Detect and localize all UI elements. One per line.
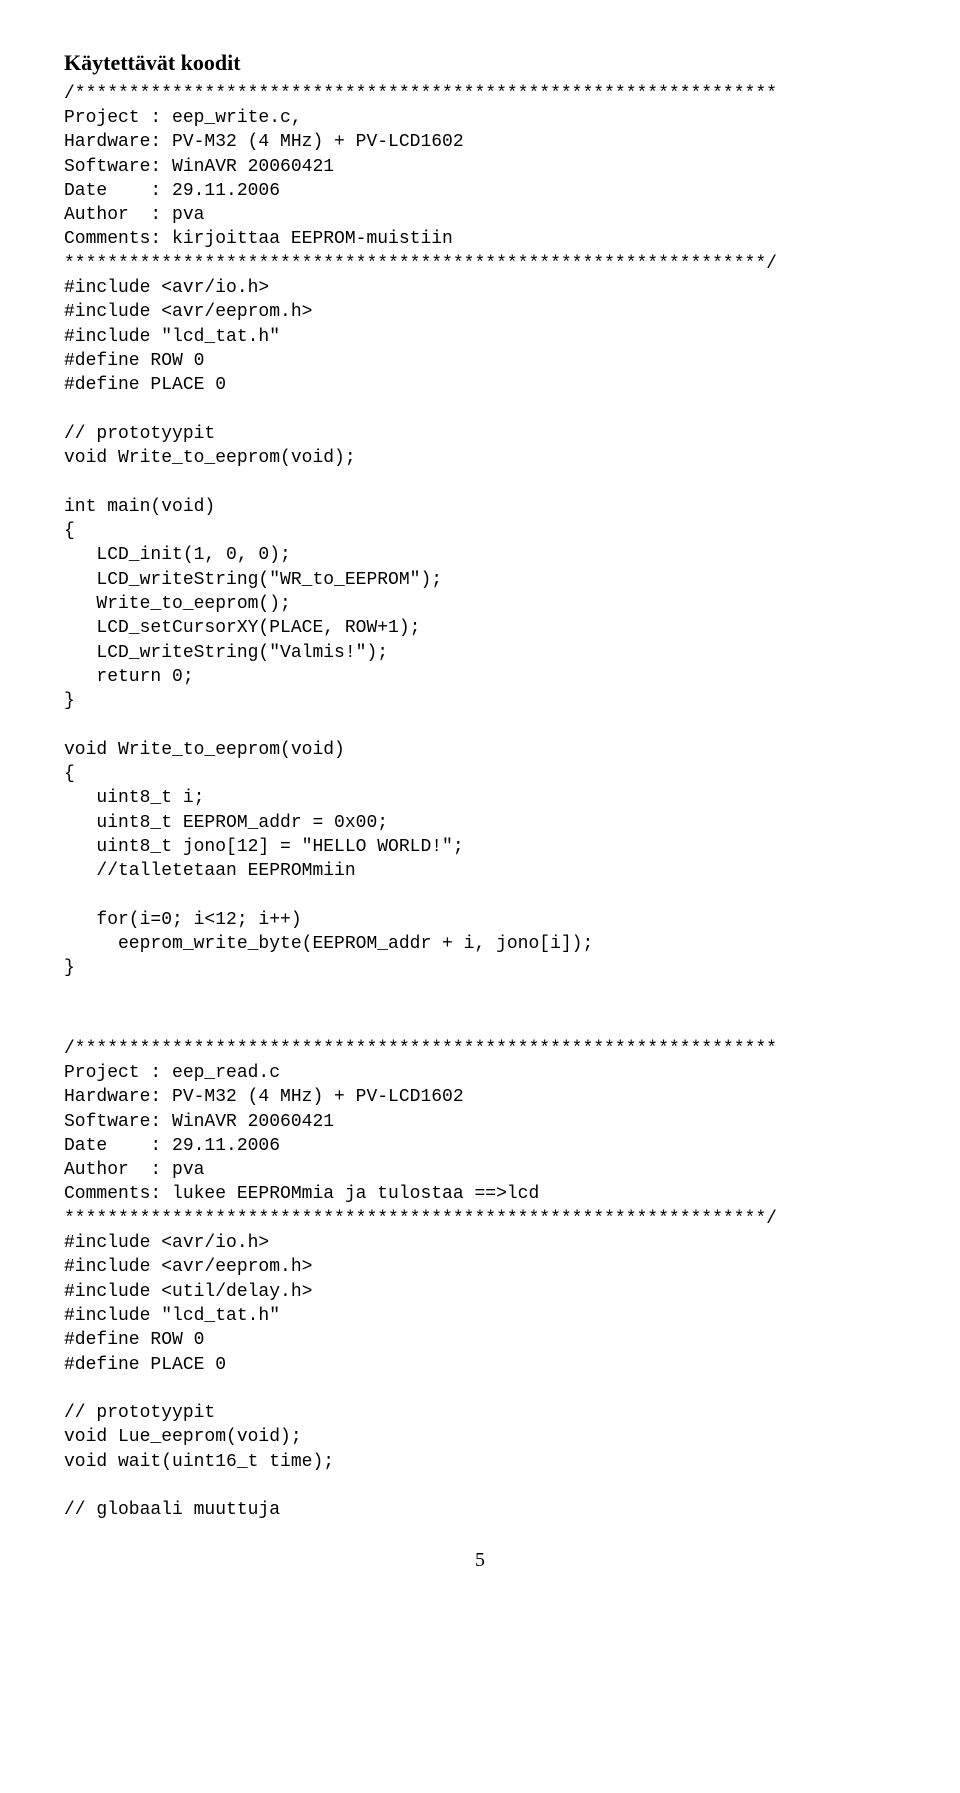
code-line: ****************************************… xyxy=(64,1209,777,1229)
code-line: // prototyypit xyxy=(64,1403,215,1423)
code-line: LCD_writeString("WR_to_EEPROM"); xyxy=(64,570,442,590)
code-line: Project : eep_read.c xyxy=(64,1063,280,1083)
code-line: #include <avr/io.h> xyxy=(64,278,269,298)
code-line: #include <avr/eeprom.h> xyxy=(64,1257,312,1277)
code-line: #define ROW 0 xyxy=(64,1330,204,1350)
code-line: LCD_writeString("Valmis!"); xyxy=(64,643,388,663)
code-line: for(i=0; i<12; i++) xyxy=(64,910,302,930)
code-line: Comments: lukee EEPROMmia ja tulostaa ==… xyxy=(64,1184,539,1204)
code-line: LCD_setCursorXY(PLACE, ROW+1); xyxy=(64,618,420,638)
code-line: #define PLACE 0 xyxy=(64,375,226,395)
code-line: uint8_t jono[12] = "HELLO WORLD!"; xyxy=(64,837,464,857)
code-block-1: /***************************************… xyxy=(64,82,896,981)
code-line: } xyxy=(64,958,75,978)
code-line: Author : pva xyxy=(64,205,204,225)
code-line: int main(void) xyxy=(64,497,215,517)
code-line: Date : 29.11.2006 xyxy=(64,1136,280,1156)
code-line: /***************************************… xyxy=(64,84,777,104)
code-line: Hardware: PV-M32 (4 MHz) + PV-LCD1602 xyxy=(64,1087,464,1107)
code-line: Author : pva xyxy=(64,1160,204,1180)
code-line: { xyxy=(64,764,75,784)
code-line: ****************************************… xyxy=(64,254,777,274)
code-line: #include "lcd_tat.h" xyxy=(64,1306,280,1326)
code-line: #include "lcd_tat.h" xyxy=(64,327,280,347)
page-number: 5 xyxy=(64,1547,896,1574)
code-line: Date : 29.11.2006 xyxy=(64,181,280,201)
code-line: void Write_to_eeprom(void); xyxy=(64,448,356,468)
code-block-2: /***************************************… xyxy=(64,1037,896,1523)
code-line: Write_to_eeprom(); xyxy=(64,594,291,614)
code-line: uint8_t i; xyxy=(64,788,204,808)
code-line: void wait(uint16_t time); xyxy=(64,1452,334,1472)
code-line: //talletetaan EEPROMmiin xyxy=(64,861,356,881)
code-line: { xyxy=(64,521,75,541)
code-line: Software: WinAVR 20060421 xyxy=(64,1112,334,1132)
code-line: void Write_to_eeprom(void) xyxy=(64,740,345,760)
code-line: Hardware: PV-M32 (4 MHz) + PV-LCD1602 xyxy=(64,132,464,152)
section-heading: Käytettävät koodit xyxy=(64,48,896,78)
code-line: eeprom_write_byte(EEPROM_addr + i, jono[… xyxy=(64,934,593,954)
code-line: Project : eep_write.c, xyxy=(64,108,302,128)
code-line: return 0; xyxy=(64,667,194,687)
code-line: // prototyypit xyxy=(64,424,215,444)
code-line: uint8_t EEPROM_addr = 0x00; xyxy=(64,813,388,833)
code-line: } xyxy=(64,691,75,711)
code-line: #include <util/delay.h> xyxy=(64,1282,312,1302)
code-line: #define PLACE 0 xyxy=(64,1355,226,1375)
code-line: Comments: kirjoittaa EEPROM-muistiin xyxy=(64,229,453,249)
code-line: #include <avr/io.h> xyxy=(64,1233,269,1253)
code-line: #define ROW 0 xyxy=(64,351,204,371)
code-line: #include <avr/eeprom.h> xyxy=(64,302,312,322)
code-line: LCD_init(1, 0, 0); xyxy=(64,545,291,565)
code-line: void Lue_eeprom(void); xyxy=(64,1427,302,1447)
code-line: Software: WinAVR 20060421 xyxy=(64,157,334,177)
code-line: /***************************************… xyxy=(64,1039,777,1059)
code-line: // globaali muuttuja xyxy=(64,1500,280,1520)
